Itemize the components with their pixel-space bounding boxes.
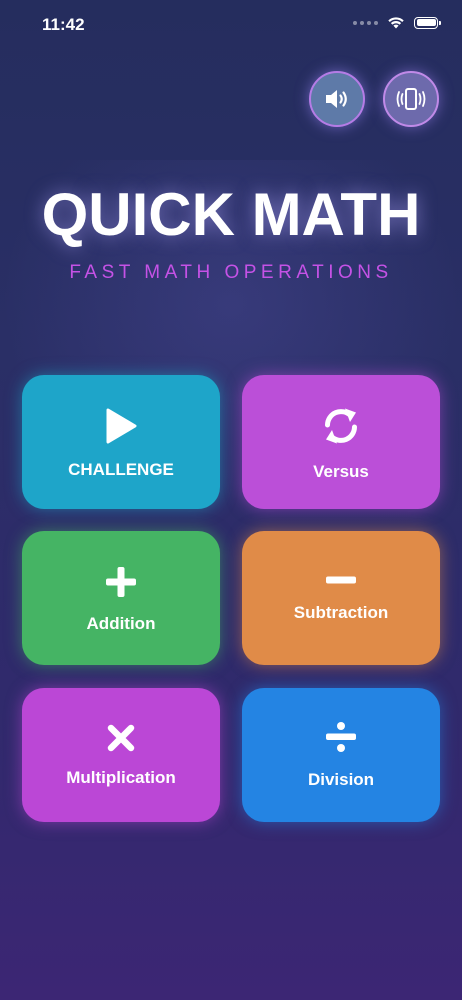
- status-icons: [353, 16, 441, 29]
- subtraction-mode-label: Subtraction: [293, 603, 389, 622]
- app-subtitle: FAST MATH OPERATIONS: [69, 262, 393, 283]
- challenge-mode-button[interactable]: CHALLENGE: [22, 375, 220, 509]
- status-time: 11:42: [42, 15, 85, 34]
- phone-vibrate-icon: [396, 88, 426, 110]
- versus-mode-button[interactable]: Versus: [242, 375, 440, 509]
- addition-mode-button[interactable]: Addition: [22, 531, 220, 665]
- multiplication-mode-label: Multiplication: [66, 768, 176, 787]
- refresh-arrows-icon: [242, 405, 440, 447]
- versus-mode-label: Versus: [313, 462, 369, 481]
- subtraction-mode-button[interactable]: Subtraction: [242, 531, 440, 665]
- sound-toggle-button[interactable]: [309, 71, 365, 127]
- app-title: QUICK MATH: [41, 181, 421, 248]
- battery-icon: [414, 16, 441, 29]
- division-mode-label: Division: [307, 770, 375, 789]
- multiply-icon: [22, 723, 220, 753]
- challenge-mode-label: CHALLENGE: [68, 460, 174, 479]
- cellular-signal-icon: [353, 20, 378, 25]
- addition-mode-label: Addition: [86, 614, 156, 633]
- plus-icon: [22, 565, 220, 599]
- minus-icon: [242, 575, 440, 585]
- status-bar: 11:42: [0, 0, 462, 50]
- speaker-volume-icon: [326, 90, 347, 108]
- multiplication-mode-button[interactable]: Multiplication: [22, 688, 220, 822]
- division-mode-button[interactable]: Division: [242, 688, 440, 822]
- play-icon: [22, 407, 220, 445]
- vibration-toggle-button[interactable]: [383, 71, 439, 127]
- wifi-icon: [388, 17, 404, 29]
- divide-icon: [242, 720, 440, 754]
